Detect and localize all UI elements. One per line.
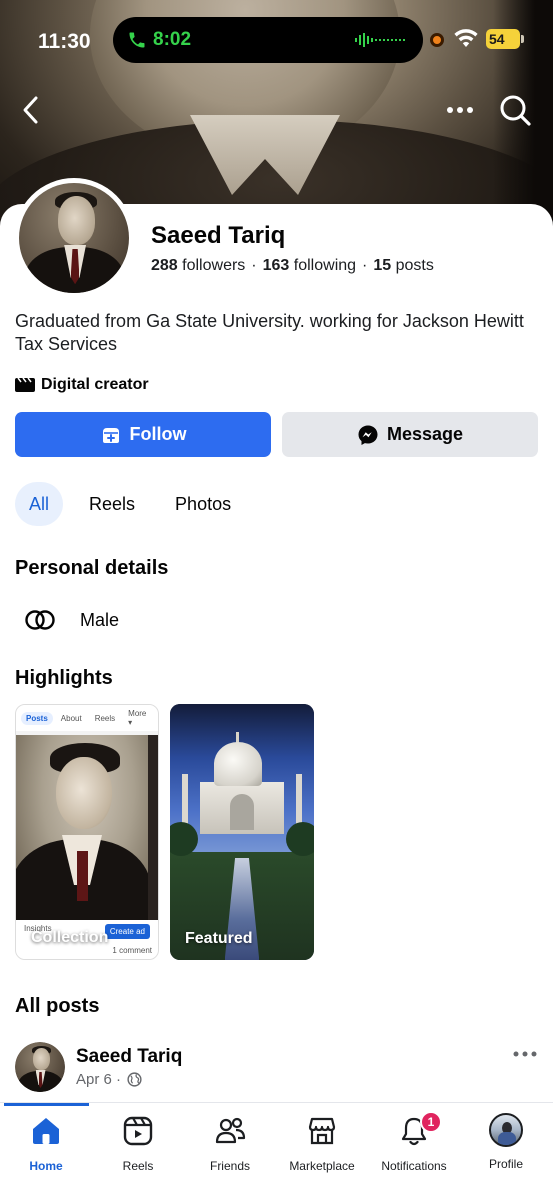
gender-row: Male: [24, 605, 119, 635]
nav-label: Marketplace: [289, 1159, 355, 1173]
gender-value: Male: [80, 609, 120, 630]
nav-friends[interactable]: Friends: [184, 1113, 276, 1183]
messenger-icon: [358, 425, 378, 445]
preview-tab: Reels: [94, 713, 116, 723]
nav-reels[interactable]: Reels: [92, 1113, 184, 1183]
preview-tab: Posts: [21, 711, 53, 725]
personal-details-title: Personal details: [15, 557, 169, 579]
profile-name: Saeed Tariq: [151, 222, 286, 249]
phone-icon: [129, 32, 145, 48]
profile-bio: Graduated from Ga State University. work…: [15, 311, 524, 354]
notification-badge: 1: [420, 1111, 442, 1133]
gender-icon: [25, 610, 55, 630]
call-duration: 8:02: [153, 29, 192, 50]
highlight-label: Collection: [31, 929, 109, 946]
nav-home[interactable]: Home: [0, 1113, 92, 1183]
post-meta: Apr 6 ·: [76, 1071, 142, 1088]
preview-comment: 1 comment: [112, 946, 152, 955]
highlight-photo: [16, 735, 158, 949]
preview-tab: About: [60, 713, 82, 723]
video-clapper-icon: [15, 377, 35, 392]
marketplace-icon: [308, 1117, 336, 1145]
friends-icon: [215, 1117, 246, 1144]
follow-button[interactable]: Follow: [15, 412, 271, 457]
highlights-title: Highlights: [15, 667, 113, 689]
bottom-navigation: Home Reels Friends Marketplace 1 Notific…: [0, 1102, 553, 1200]
all-posts-title: All posts: [15, 995, 100, 1017]
profile-stats: 288 followers · 163 following · 15 posts: [151, 257, 434, 274]
audio-wave-icon: [355, 33, 405, 47]
nav-label: Friends: [209, 1159, 250, 1173]
globe-icon: [127, 1072, 142, 1087]
nav-label: Profile: [488, 1157, 523, 1171]
followers-label[interactable]: followers: [182, 257, 245, 274]
battery-icon: 54: [486, 29, 520, 49]
highlight-featured[interactable]: Featured: [170, 704, 314, 960]
profile-avatar[interactable]: [14, 178, 134, 298]
status-bar: 11:30 8:02 54: [0, 0, 553, 80]
profile-tabs: All Reels Photos: [15, 482, 257, 526]
highlight-label: Featured: [185, 930, 253, 947]
follow-icon: [102, 427, 119, 443]
followers-count[interactable]: 288: [151, 257, 178, 274]
message-label: Message: [386, 424, 464, 444]
preview-tab: More ▾: [128, 709, 147, 727]
posts-label: posts: [395, 257, 434, 274]
search-icon[interactable]: [496, 92, 534, 128]
post-author-name[interactable]: Saeed Tariq: [76, 1046, 182, 1068]
dynamic-island[interactable]: 8:02: [113, 17, 423, 63]
status-time: 11:30: [38, 30, 91, 53]
nav-profile[interactable]: Profile: [460, 1113, 552, 1183]
following-label[interactable]: following: [294, 257, 356, 274]
preview-tabs: Posts About Reels More ▾: [16, 705, 158, 731]
category-label: Digital creator: [41, 376, 149, 393]
nav-marketplace[interactable]: Marketplace: [276, 1113, 368, 1183]
back-icon[interactable]: [16, 92, 46, 128]
tab-reels[interactable]: Reels: [75, 482, 149, 526]
home-icon: [33, 1118, 59, 1144]
active-tab-indicator: [4, 1103, 89, 1106]
message-button[interactable]: Message: [282, 412, 538, 457]
wifi-icon: [454, 29, 478, 47]
following-count[interactable]: 163: [263, 257, 290, 274]
tab-all[interactable]: All: [15, 482, 64, 526]
follow-label: Follow: [129, 424, 187, 444]
mic-indicator-icon: [430, 33, 444, 47]
nav-notifications[interactable]: 1 Notifications: [368, 1111, 460, 1183]
posts-count: 15: [373, 257, 392, 274]
more-options-icon[interactable]: [442, 96, 478, 124]
reels-icon: [123, 1116, 153, 1146]
preview-create-ad: Create ad: [104, 924, 150, 939]
post-date[interactable]: Apr 6: [76, 1071, 112, 1088]
profile-avatar: [489, 1113, 523, 1147]
post-author-avatar[interactable]: [15, 1042, 65, 1092]
nav-label: Notifications: [381, 1159, 447, 1173]
highlight-collection[interactable]: Posts About Reels More ▾ Insights Create…: [15, 704, 159, 960]
profile-category: Digital creator: [15, 374, 149, 396]
nav-label: Home: [29, 1159, 63, 1173]
post-more-icon[interactable]: [512, 1046, 538, 1062]
nav-label: Reels: [122, 1159, 154, 1173]
tab-photos[interactable]: Photos: [161, 482, 245, 526]
